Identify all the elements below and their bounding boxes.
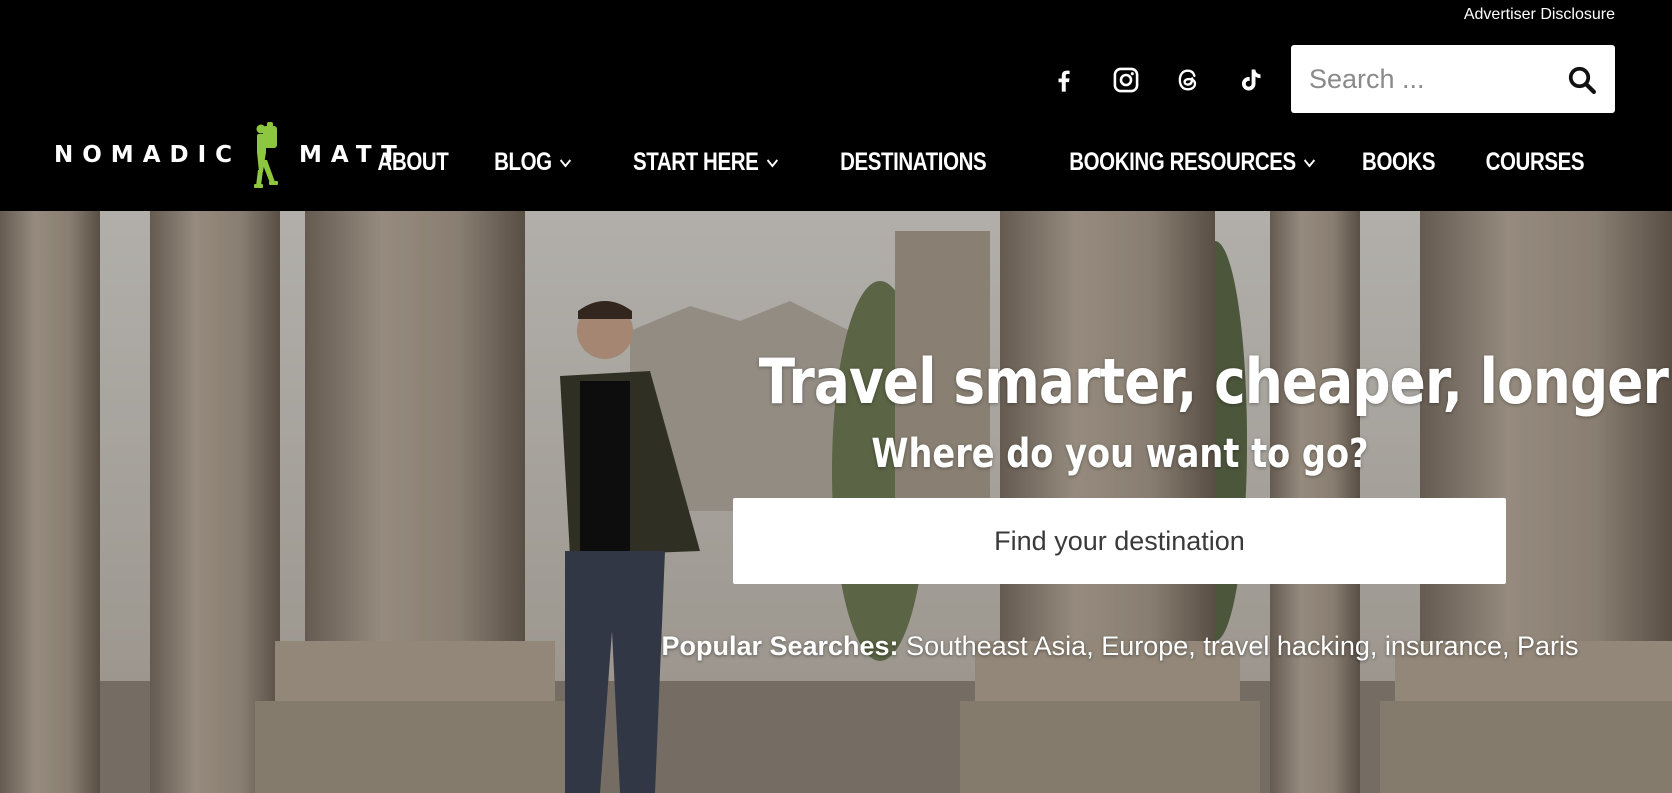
nav-item-label: COURSES [1485, 148, 1584, 176]
threads-icon[interactable] [1157, 58, 1219, 102]
popular-link-southeast-asia[interactable]: Southeast Asia [906, 631, 1086, 661]
main-nav: ABOUT BLOG START HERE DESTINATIONS BOOKI… [333, 148, 1584, 177]
nav-item-destinations[interactable]: DESTINATIONS [840, 148, 987, 177]
instagram-icon[interactable] [1095, 58, 1157, 102]
destination-search-input[interactable] [733, 498, 1506, 584]
backpacker-logo-icon [254, 122, 279, 188]
header-search [1291, 45, 1615, 113]
chevron-down-icon [560, 158, 572, 168]
nav-item-booking-resources[interactable]: BOOKING RESOURCES [1070, 148, 1317, 177]
logo-word-left: NOMADIC [54, 142, 242, 168]
nav-item-label: ABOUT [377, 148, 449, 176]
hero-title: Travel smarter, cheaper, longer [758, 345, 1669, 418]
nav-item-about[interactable]: ABOUT [377, 148, 448, 177]
popular-link-paris[interactable]: Paris [1517, 631, 1579, 661]
search-icon[interactable] [1567, 65, 1597, 95]
advertiser-disclosure-link[interactable]: Advertiser Disclosure [1464, 6, 1615, 24]
popular-searches-label: Popular Searches: [661, 631, 899, 661]
nav-item-books[interactable]: BOOKS [1361, 148, 1436, 177]
popular-link-europe[interactable]: Europe [1101, 631, 1188, 661]
site-header: Advertiser Disclosure NOMADIC MATT Searc… [0, 0, 1672, 211]
chevron-down-icon [767, 158, 779, 168]
tiktok-icon[interactable] [1219, 58, 1281, 102]
nav-item-start-here[interactable]: START HERE [633, 148, 779, 177]
nav-item-label: BLOG [494, 148, 552, 176]
hero-subtitle: Where do you want to go? [871, 431, 1369, 477]
nav-item-blog[interactable]: BLOG [494, 148, 572, 177]
facebook-icon[interactable] [1033, 58, 1095, 102]
search-input[interactable] [1307, 62, 1551, 96]
nav-item-label: DESTINATIONS [840, 148, 987, 176]
nav-item-label: BOOKS [1361, 148, 1436, 176]
popular-link-travel-hacking[interactable]: travel hacking [1203, 631, 1370, 661]
social-links [1033, 58, 1281, 102]
popular-searches: Popular Searches: Southeast Asia, Europe… [661, 631, 1579, 661]
hero-section: Travel smarter, cheaper, longer Where do… [0, 211, 1672, 793]
chevron-down-icon [1304, 158, 1316, 168]
nav-item-label: BOOKING RESOURCES [1069, 148, 1297, 176]
popular-link-insurance[interactable]: insurance [1385, 631, 1502, 661]
nav-item-label: START HERE [633, 148, 759, 176]
nav-item-courses[interactable]: COURSES [1485, 148, 1584, 177]
